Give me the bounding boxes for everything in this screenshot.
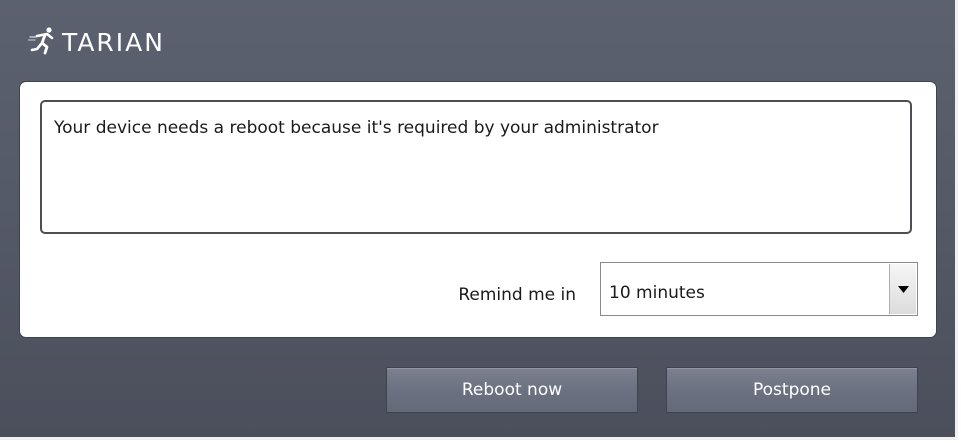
dropdown-arrow-button[interactable] bbox=[889, 264, 916, 314]
reboot-now-button[interactable]: Reboot now bbox=[386, 367, 638, 413]
brand-name: TARIAN bbox=[62, 27, 165, 57]
remind-label: Remind me in bbox=[458, 285, 576, 305]
reboot-dialog-window: TARIAN Your device needs a reboot becaus… bbox=[0, 0, 958, 440]
runner-logo-icon bbox=[27, 25, 58, 59]
reboot-message-text: Your device needs a reboot because it's … bbox=[54, 118, 659, 138]
reboot-message-box: Your device needs a reboot because it's … bbox=[40, 100, 912, 234]
content-panel: Your device needs a reboot because it's … bbox=[20, 82, 936, 337]
postpone-button[interactable]: Postpone bbox=[666, 367, 918, 413]
remind-interval-value: 10 minutes bbox=[609, 283, 705, 303]
remind-interval-select[interactable]: 10 minutes bbox=[600, 262, 918, 316]
brand-logo: TARIAN bbox=[27, 22, 165, 62]
triangle-down-icon bbox=[897, 285, 909, 293]
